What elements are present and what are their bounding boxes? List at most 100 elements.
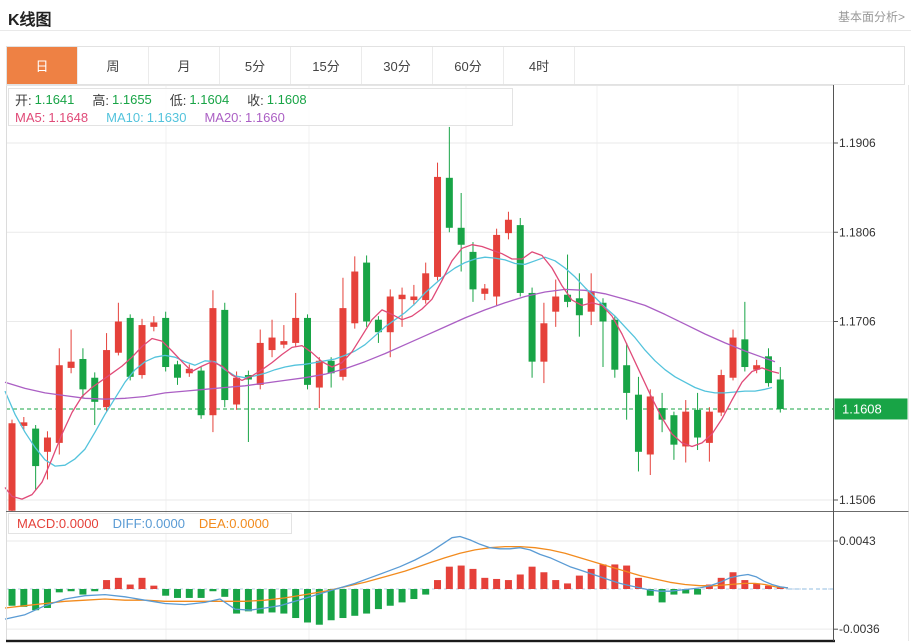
macd-hist-bar [139, 578, 146, 589]
macd-hist-bar [422, 589, 429, 595]
macd-legend: MACD:0.0000 DIFF:0.0000 DEA:0.0000 [8, 513, 292, 534]
candle-body [611, 320, 618, 370]
candle-body [139, 325, 146, 375]
macd-hist-bar [434, 580, 441, 589]
macd-legend-item: DEA:0.0000 [199, 516, 269, 531]
price-tick-label: 1.1806 [839, 225, 876, 239]
candle-body [446, 178, 453, 228]
macd-hist-bar [245, 589, 252, 611]
candle-body [257, 343, 264, 385]
price-tick-label: 1.1506 [839, 493, 876, 507]
candle-body [79, 359, 86, 389]
candle-body [718, 375, 725, 412]
candle-body [150, 322, 157, 326]
macd-hist-bar [103, 580, 110, 589]
candle-body [280, 341, 287, 345]
candle-body [44, 438, 51, 452]
macd-hist-bar [540, 572, 547, 589]
macd-hist-bar [56, 589, 63, 592]
macd-legend-item: MACD:0.0000 [17, 516, 99, 531]
candle-body [422, 273, 429, 300]
macd-hist-bar [150, 586, 157, 589]
macd-hist-bar [576, 576, 583, 589]
macd-hist-bar [410, 589, 417, 599]
diff-line [5, 537, 788, 620]
ma-legend-item: MA20:1.1660 [204, 110, 284, 125]
candle-body [269, 338, 276, 350]
ma-legend-item: MA10:1.1630 [106, 110, 186, 125]
ohlc-legend-item: 收:1.1608 [247, 90, 306, 109]
macd-hist-bar [339, 589, 346, 618]
macd-hist-bar [162, 589, 169, 596]
candle-body [682, 412, 689, 447]
macd-hist-bar [730, 572, 737, 589]
candle-body [777, 380, 784, 409]
macd-hist-bar [387, 589, 394, 606]
macd-hist-bar [91, 589, 98, 591]
candle-body [635, 395, 642, 452]
macd-hist-bar [446, 567, 453, 589]
macd-hist-bar [269, 589, 276, 612]
macd-hist-bar [127, 585, 134, 589]
macd-hist-bar [351, 589, 358, 616]
macd-tick-label: -0.0036 [839, 622, 880, 636]
candle-body [481, 288, 488, 293]
candle-body [529, 293, 536, 362]
dea-line [5, 547, 788, 608]
ma-legend-item: MA5:1.1648 [15, 110, 88, 125]
candle-body [505, 220, 512, 233]
macd-hist-bar [328, 589, 335, 620]
macd-hist-bar [257, 589, 264, 614]
candle-body [399, 295, 406, 299]
candle-body [56, 365, 63, 443]
macd-hist-bar [564, 583, 571, 589]
macd-hist-bar [375, 589, 382, 609]
candle-body [540, 323, 547, 361]
macd-tick-label: 0.0043 [839, 534, 876, 548]
candle-body [221, 310, 228, 400]
macd-hist-bar [79, 589, 86, 595]
macd-hist-bar [292, 589, 299, 618]
ohlc-legend-item: 高:1.1655 [92, 90, 151, 109]
candle-body [198, 371, 205, 416]
ma-legend: MA5:1.1648 MA10:1.1630 MA20:1.1660 [15, 108, 512, 126]
macd-hist-bar [718, 578, 725, 589]
candle-body [233, 378, 240, 405]
macd-hist-bar [741, 580, 748, 589]
candle-body [741, 339, 748, 367]
candle-body [670, 415, 677, 444]
candle-body [493, 235, 500, 297]
macd-hist-bar [174, 589, 181, 598]
macd-hist-bar [399, 589, 406, 602]
candle-body [410, 297, 417, 301]
macd-legend-item: DIFF:0.0000 [113, 516, 185, 531]
candle-body [576, 298, 583, 315]
plot-bottom-border [6, 640, 835, 642]
candle-body [730, 338, 737, 378]
candle-body [694, 410, 701, 438]
macd-hist-bar [588, 569, 595, 589]
macd-hist-bar [209, 589, 216, 591]
ma5-line [5, 245, 779, 499]
candle-body [552, 297, 559, 312]
candle-body [434, 177, 441, 277]
ohlc-legend: 开:1.1641高:1.1655低:1.1604收:1.1608 [15, 90, 512, 108]
macd-hist-bar [694, 589, 701, 595]
price-tick-label: 1.1906 [839, 136, 876, 150]
candle-body [469, 252, 476, 289]
macd-hist-bar [198, 589, 205, 598]
macd-hist-bar [529, 567, 536, 589]
price-legend-box: 开:1.1641高:1.1655低:1.1604收:1.1608 MA5:1.1… [8, 88, 513, 126]
price-tick-label: 1.1706 [839, 315, 876, 329]
macd-hist-bar [363, 589, 370, 614]
macd-hist-bar [20, 589, 27, 607]
macd-hist-bar [517, 574, 524, 589]
candle-body [174, 364, 181, 377]
candle-body [647, 396, 654, 454]
macd-hist-bar [458, 566, 465, 589]
candle-body [339, 308, 346, 377]
macd-hist-bar [481, 578, 488, 589]
macd-hist-bar [505, 580, 512, 589]
macd-hist-bar [221, 589, 228, 597]
macd-hist-bar [493, 579, 500, 589]
